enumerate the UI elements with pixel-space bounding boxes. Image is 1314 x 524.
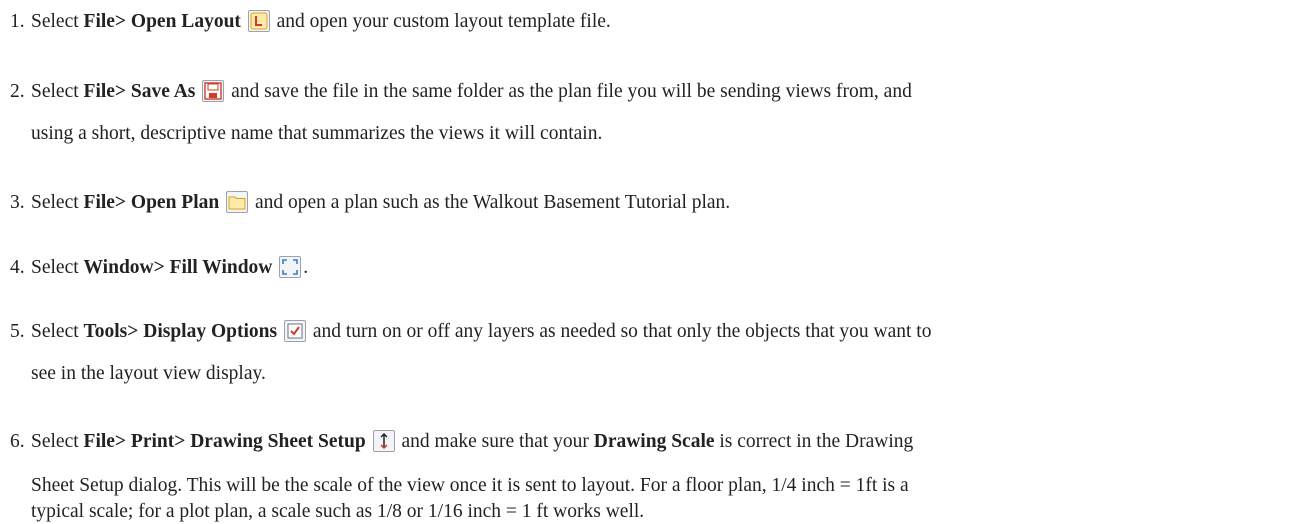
- open-layout-icon: [247, 10, 270, 32]
- step-line: Select File> Open Layout and open your c…: [31, 10, 611, 34]
- menu-command: File> Open Plan: [83, 192, 220, 213]
- step-line: Select File> Save As and save the file i…: [31, 80, 912, 104]
- step-line: Sheet Setup dialog. This will be the sca…: [31, 474, 909, 498]
- menu-command: File> Open Layout: [83, 11, 241, 32]
- step-number: 5.: [10, 321, 25, 342]
- body-text: and open your custom layout template fil…: [271, 11, 611, 32]
- body-text: Select: [31, 321, 84, 342]
- body-text: Select: [31, 431, 84, 452]
- body-text: [277, 321, 282, 342]
- drawing-sheet-setup-icon: [372, 430, 395, 452]
- body-text: and open a plan such as the Walkout Base…: [250, 192, 731, 213]
- body-text: and save the file in the same folder as …: [226, 81, 912, 102]
- menu-command: Tools> Display Options: [83, 321, 278, 342]
- body-text: [219, 192, 224, 213]
- step-line: Select File> Print> Drawing Sheet Setup …: [31, 430, 913, 454]
- body-text: using a short, descriptive name that sum…: [31, 123, 603, 144]
- step-line: typical scale; for a plot plan, a scale …: [31, 500, 644, 524]
- step-number: 6.: [10, 431, 25, 452]
- step-number: 1.: [10, 11, 25, 32]
- body-text: [241, 11, 246, 32]
- body-text: .: [303, 257, 309, 278]
- step-line: Select File> Open Plan and open a plan s…: [31, 191, 730, 215]
- body-text: Select: [31, 81, 84, 102]
- instruction-document: 1. Select File> Open Layout and open your…: [0, 0, 1314, 522]
- menu-command: File> Save As: [83, 81, 196, 102]
- step-number: 4.: [10, 257, 25, 278]
- step-line: see in the layout view display.: [31, 362, 266, 386]
- display-options-icon: [283, 320, 306, 342]
- body-text: [272, 257, 277, 278]
- save-as-icon: [202, 80, 225, 102]
- step-line: using a short, descriptive name that sum…: [31, 122, 602, 146]
- fill-window-icon: [279, 256, 302, 278]
- body-text: see in the layout view display.: [31, 363, 266, 384]
- step-number: 2.: [10, 81, 25, 102]
- body-text: is correct in the Drawing: [714, 431, 914, 452]
- step-line: Select Tools> Display Options and turn o…: [31, 320, 931, 344]
- body-text: Sheet Setup dialog. This will be the sca…: [31, 475, 909, 496]
- body-text: [195, 81, 200, 102]
- step-number: 3.: [10, 192, 25, 213]
- menu-command: File> Print> Drawing Sheet Setup: [83, 431, 366, 452]
- body-text: and turn on or off any layers as needed …: [307, 321, 932, 342]
- body-text: and make sure that your: [396, 431, 594, 452]
- body-text: Select: [31, 192, 84, 213]
- open-plan-icon: [226, 191, 249, 213]
- step-line: Select Window> Fill Window .: [31, 256, 308, 280]
- menu-command: Window> Fill Window: [83, 257, 273, 278]
- body-text: Select: [31, 257, 84, 278]
- menu-command: Drawing Scale: [593, 431, 715, 452]
- body-text: Select: [31, 11, 84, 32]
- body-text: [366, 431, 371, 452]
